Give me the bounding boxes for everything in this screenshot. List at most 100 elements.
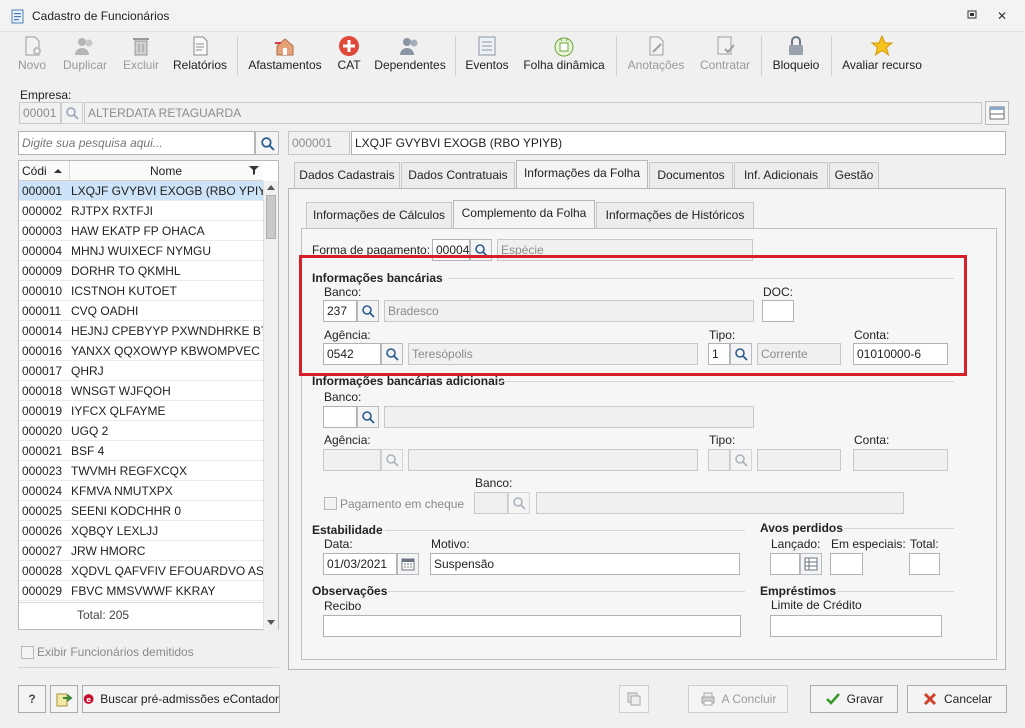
subtab-informacoes-calculos[interactable]: Informações de Cálculos bbox=[306, 202, 452, 228]
column-code-header[interactable]: Códi bbox=[22, 161, 68, 181]
list-item[interactable]: 000010 ICSTNOH KUTOET bbox=[19, 281, 263, 301]
list-item[interactable]: 000026 XQBQY LEXLJJ bbox=[19, 521, 263, 541]
tab-informacoes-da-folha[interactable]: Informações da Folha bbox=[516, 160, 648, 188]
list-scrollbar[interactable] bbox=[263, 181, 278, 631]
limite-credito-field[interactable] bbox=[770, 615, 942, 637]
empresa-table-button[interactable] bbox=[985, 101, 1009, 125]
lancado-list-button[interactable] bbox=[800, 553, 822, 575]
recibo-field[interactable] bbox=[323, 615, 741, 637]
adic-conta-field[interactable] bbox=[853, 449, 948, 471]
list-item[interactable]: 000024 KFMVA NMUTXPX bbox=[19, 481, 263, 501]
lancado-field[interactable] bbox=[770, 553, 800, 575]
list-item[interactable]: 000017 QHRJ bbox=[19, 361, 263, 381]
list-item[interactable]: 000021 BSF 4 bbox=[19, 441, 263, 461]
total-field[interactable] bbox=[909, 553, 940, 575]
novo-button[interactable]: Novo bbox=[14, 34, 50, 78]
scroll-up-icon[interactable] bbox=[267, 184, 275, 190]
list-item[interactable]: 000023 TWVMH REGFXCQX bbox=[19, 461, 263, 481]
search-input[interactable]: Digite sua pesquisa aqui... bbox=[18, 131, 255, 155]
table-icon bbox=[989, 106, 1005, 120]
close-window-button[interactable]: ✕ bbox=[992, 8, 1012, 24]
list-item[interactable]: 000029 FBVC MMSVWWF KKRAY bbox=[19, 581, 263, 601]
adic-tipo-search-button[interactable] bbox=[730, 449, 752, 471]
scroll-thumb[interactable] bbox=[266, 195, 276, 239]
buscar-pre-admissoes-button[interactable]: e Buscar pré-admissões eContador bbox=[82, 685, 280, 713]
list-item[interactable]: 000002 RJTPX RXTFJI bbox=[19, 201, 263, 221]
tab-gestao[interactable]: Gestão bbox=[829, 162, 879, 188]
adic-banco-code-field[interactable] bbox=[323, 406, 357, 428]
duplicar-button[interactable]: Duplicar bbox=[60, 34, 110, 78]
list-item-code: 000001 bbox=[22, 184, 63, 198]
list-item-name: KFMVA NMUTXPX bbox=[71, 484, 173, 498]
list-item[interactable]: 000016 YANXX QQXOWYP KBWOMPVEC A bbox=[19, 341, 263, 361]
list-item[interactable]: 000028 XQDVL QAFVFIV EFOUARDVO AST U bbox=[19, 561, 263, 581]
adic-banco-search-button[interactable] bbox=[357, 406, 379, 428]
list-item[interactable]: 000003 HAW EKATP FP OHACA bbox=[19, 221, 263, 241]
column-divider bbox=[69, 161, 70, 181]
list-item[interactable]: 000019 IYFCX QLFAYME bbox=[19, 401, 263, 421]
list-item[interactable]: 000027 JRW HMORC bbox=[19, 541, 263, 561]
help-icon: ? bbox=[28, 692, 36, 706]
import-button[interactable] bbox=[50, 685, 78, 713]
list-item[interactable]: 000004 MHNJ WUIXECF NYMGU bbox=[19, 241, 263, 261]
dependentes-button[interactable]: Dependentes bbox=[372, 34, 448, 78]
excluir-button[interactable]: Excluir bbox=[120, 34, 162, 78]
list-item-code: 000020 bbox=[22, 424, 63, 438]
restore-button[interactable] bbox=[962, 8, 982, 24]
em-especiais-field[interactable] bbox=[830, 553, 863, 575]
date-picker-button[interactable] bbox=[397, 553, 419, 575]
filter-icon[interactable] bbox=[249, 165, 259, 175]
list-item[interactable]: 000009 DORHR TO QKMHL bbox=[19, 261, 263, 281]
contratar-button[interactable]: Contratar bbox=[696, 34, 754, 78]
list-item[interactable]: 000018 WNSGT WJFQOH bbox=[19, 381, 263, 401]
scroll-down-icon[interactable] bbox=[267, 620, 275, 626]
relatorios-button[interactable]: Relatórios bbox=[170, 34, 230, 78]
list-item[interactable]: 000011 CVQ OADHI bbox=[19, 301, 263, 321]
subtab-informacoes-historicos[interactable]: Informações de Históricos bbox=[596, 202, 754, 228]
cancelar-button[interactable]: Cancelar bbox=[907, 685, 1007, 713]
cancel-x-icon bbox=[923, 692, 937, 706]
selected-name-field[interactable]: LXQJF GVYBVI EXOGB (RBO YPIYB) bbox=[351, 131, 1006, 155]
cheque-banco-code-field[interactable] bbox=[474, 492, 508, 514]
adic-agencia-code-field[interactable] bbox=[323, 449, 381, 471]
search-icon bbox=[735, 454, 748, 467]
adic-agencia-search-button[interactable] bbox=[381, 449, 403, 471]
a-concluir-button[interactable]: A Concluir bbox=[688, 685, 788, 713]
motivo-field[interactable]: Suspensão bbox=[430, 553, 740, 575]
search-button[interactable] bbox=[255, 131, 279, 155]
cat-button[interactable]: CAT bbox=[333, 34, 365, 78]
estabilidade-title: Estabilidade bbox=[312, 523, 383, 537]
list-item[interactable]: 000001 LXQJF GVYBVI EXOGB (RBO YPIYB) bbox=[19, 181, 263, 201]
empresa-search-button[interactable] bbox=[61, 102, 83, 124]
list-item[interactable]: 000025 SEENI KODCHHR 0 bbox=[19, 501, 263, 521]
estabilidade-data-field[interactable]: 01/03/2021 bbox=[323, 553, 397, 575]
tab-dados-cadastrais[interactable]: Dados Cadastrais bbox=[294, 162, 400, 188]
bloqueio-button[interactable]: Bloqueio bbox=[768, 34, 824, 78]
eventos-button[interactable]: Eventos bbox=[462, 34, 512, 78]
empresa-label: Empresa: bbox=[20, 88, 72, 102]
gravar-button[interactable]: Gravar bbox=[810, 685, 898, 713]
pagamento-cheque-checkbox[interactable] bbox=[324, 497, 337, 510]
help-button[interactable]: ? bbox=[18, 685, 46, 713]
subtab-complemento-folha[interactable]: Complemento da Folha bbox=[453, 200, 595, 228]
import-icon bbox=[56, 693, 73, 707]
list-total: Total: 205 bbox=[77, 608, 130, 622]
title-bar: Cadastro de Funcionários ✕ bbox=[0, 0, 1025, 32]
tab-dados-contratuais[interactable]: Dados Contratuais bbox=[401, 162, 515, 188]
adic-tipo-code-field[interactable] bbox=[708, 449, 730, 471]
list-item[interactable]: 000020 UGQ 2 bbox=[19, 421, 263, 441]
copy-button[interactable] bbox=[619, 685, 649, 713]
estabilidade-line bbox=[385, 530, 745, 531]
show-dismissed-checkbox[interactable] bbox=[21, 646, 34, 659]
toolbar-separator bbox=[237, 36, 238, 76]
avaliar-recurso-button[interactable]: Avaliar recurso bbox=[838, 34, 926, 78]
cheque-banco-search-button[interactable] bbox=[508, 492, 530, 514]
tab-inf-adicionais[interactable]: Inf. Adicionais bbox=[734, 162, 828, 188]
folha-dinamica-button[interactable]: Folha dinâmica bbox=[520, 34, 608, 78]
empresa-code-field[interactable]: 00001 bbox=[19, 102, 61, 124]
list-item[interactable]: 000014 HEJNJ CPEBYYP PXWNDHRKE BTB J bbox=[19, 321, 263, 341]
anotacoes-button[interactable]: Anotações bbox=[624, 34, 688, 78]
tab-documentos[interactable]: Documentos bbox=[649, 162, 733, 188]
column-name-header[interactable]: Nome bbox=[71, 161, 261, 181]
afastamentos-button[interactable]: Afastamentos bbox=[244, 34, 326, 78]
